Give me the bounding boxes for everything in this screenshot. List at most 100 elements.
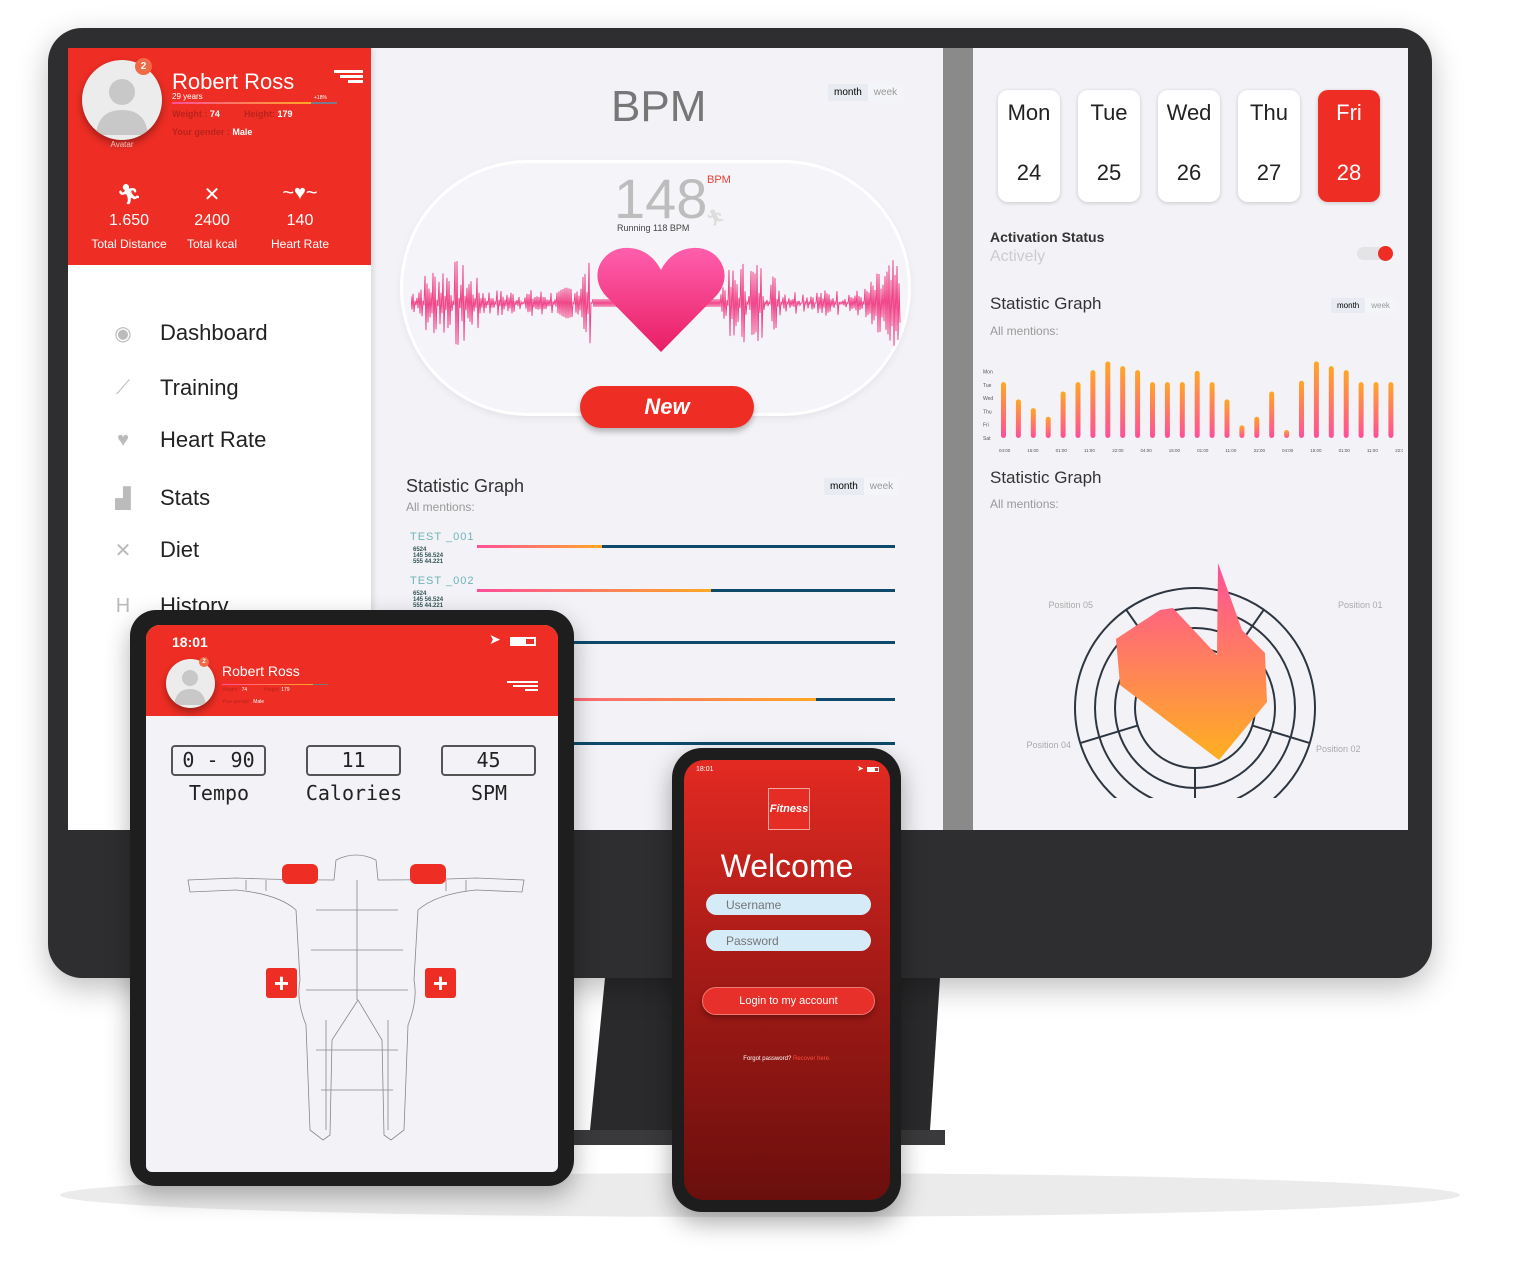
bar bbox=[1313, 361, 1319, 438]
month-tab[interactable]: month bbox=[1331, 298, 1365, 313]
bar bbox=[1388, 382, 1394, 438]
test-value: 555 44.221 bbox=[413, 559, 444, 565]
month-tab[interactable]: month bbox=[824, 478, 864, 495]
sidebar-item-heart-rate[interactable]: ♥ Heart Rate bbox=[108, 425, 266, 455]
y-tick-label: Thu bbox=[983, 409, 992, 415]
day-thu[interactable]: Thu 27 bbox=[1238, 90, 1300, 202]
metric-calories-value[interactable]: 11 bbox=[306, 745, 401, 776]
radar-subtitle: All mentions: bbox=[990, 497, 1059, 511]
week-tab[interactable]: week bbox=[1365, 298, 1396, 313]
running-icon: 🏃︎ bbox=[705, 210, 726, 227]
bar bbox=[1343, 370, 1349, 438]
bpm-title: BPM bbox=[611, 82, 707, 131]
bar bbox=[1373, 382, 1379, 438]
y-tick-label: Sat bbox=[983, 436, 991, 442]
gender: Your gender : Male bbox=[172, 127, 253, 137]
bar bbox=[1164, 382, 1170, 438]
bar bbox=[1299, 380, 1304, 438]
x-tick-label: 01:00 bbox=[1056, 448, 1068, 453]
metric-label: Calories bbox=[305, 781, 403, 805]
bar bbox=[1254, 416, 1260, 438]
username-input[interactable] bbox=[706, 894, 871, 915]
sidebar-item-training[interactable]: ⟋ Training bbox=[108, 373, 239, 403]
sidebar-item-label: Diet bbox=[160, 537, 200, 562]
stat-value: 2400 bbox=[194, 212, 230, 229]
profile-progress bbox=[222, 684, 328, 685]
day-mon[interactable]: Mon 24 bbox=[998, 90, 1060, 202]
sidebar-item-dashboard[interactable]: ◉ Dashboard bbox=[108, 318, 267, 348]
running-bpm: Running 118 BPM bbox=[617, 223, 690, 233]
notification-badge[interactable]: 2 bbox=[135, 58, 152, 75]
metric-spm-value[interactable]: 45 bbox=[441, 745, 536, 776]
bar bbox=[1239, 425, 1245, 438]
location-icon: ➤ bbox=[857, 764, 864, 773]
right-panel: Mon 24 Tue 25 Wed 26 Thu 27 Fri 28 Activation Sta… bbox=[973, 48, 1408, 830]
x-tick-label: 22:00 bbox=[1254, 448, 1266, 453]
recover-link[interactable]: Recover here. bbox=[793, 1056, 831, 1062]
bar bbox=[1045, 416, 1051, 438]
radar-axis-label: Position 04 bbox=[1026, 740, 1071, 750]
day-date: 25 bbox=[1096, 160, 1122, 185]
bpm-unit: BPM bbox=[707, 174, 731, 186]
x-tick-label: 15:00 bbox=[1169, 448, 1181, 453]
new-button[interactable]: New bbox=[580, 386, 754, 428]
bar bbox=[1060, 391, 1066, 438]
add-right-button[interactable]: + bbox=[425, 968, 456, 998]
bar-graph-subtitle: All mentions: bbox=[990, 324, 1059, 338]
body-anatomy-figure bbox=[187, 854, 525, 1141]
dumbbell-icon: ⟋ bbox=[116, 376, 130, 399]
week-tab[interactable]: week bbox=[863, 478, 900, 495]
tablet-avatar[interactable] bbox=[166, 659, 215, 708]
x-tick-label: 11:00 bbox=[1084, 448, 1095, 453]
week-tab[interactable]: week bbox=[867, 84, 904, 101]
bar-chart-icon: ▟ bbox=[115, 487, 131, 510]
y-tick-label: Wed bbox=[983, 396, 993, 402]
radar-axis-label: Position 05 bbox=[1048, 600, 1093, 610]
user-silhouette-icon bbox=[96, 79, 148, 135]
progress-bar bbox=[477, 545, 895, 548]
avatar[interactable] bbox=[82, 60, 162, 140]
day-tue[interactable]: Tue 25 bbox=[1078, 90, 1140, 202]
login-button[interactable]: Login to my account bbox=[702, 987, 875, 1015]
day-wed[interactable]: Wed 26 bbox=[1158, 90, 1220, 202]
stat-graph-toggle: month week bbox=[824, 478, 900, 495]
test-label: TEST _001 bbox=[410, 531, 475, 543]
x-tick-label: 11:00 bbox=[1367, 448, 1378, 453]
activation-toggle[interactable] bbox=[1357, 246, 1393, 261]
stat-graph-title: Statistic Graph bbox=[406, 476, 525, 496]
bar-graph-title: Statistic Graph bbox=[990, 294, 1102, 313]
bar bbox=[1075, 382, 1081, 438]
panel-divider bbox=[943, 48, 973, 830]
x-tick-label: 04:00 bbox=[999, 448, 1011, 453]
add-left-button[interactable]: + bbox=[266, 968, 297, 998]
radar-spoke bbox=[1079, 724, 1138, 745]
battery-icon bbox=[867, 767, 879, 772]
month-tab[interactable]: month bbox=[828, 84, 868, 101]
stat-graph-subtitle: All mentions: bbox=[406, 500, 475, 514]
day-fri[interactable]: Fri 28 bbox=[1318, 90, 1380, 202]
muscle-highlight-right bbox=[410, 864, 446, 884]
menu-icon[interactable] bbox=[507, 681, 538, 691]
password-input[interactable] bbox=[706, 930, 871, 951]
bar bbox=[1194, 370, 1200, 438]
profile-age: 29 years bbox=[172, 92, 203, 101]
weight: Weight : 74 bbox=[222, 687, 248, 693]
bar bbox=[1030, 408, 1036, 438]
sidebar-item-stats[interactable]: ▟ Stats bbox=[108, 483, 210, 513]
stat-label: Total kcal bbox=[186, 237, 238, 251]
sidebar-item-diet[interactable]: ✕ Diet bbox=[108, 535, 200, 565]
weight: Weight : 74 bbox=[172, 109, 220, 119]
progress-bar bbox=[477, 589, 895, 592]
x-tick-label: 22:00 bbox=[1112, 448, 1124, 453]
stat-label: Heart Rate bbox=[270, 237, 330, 251]
radar-spoke bbox=[1252, 724, 1311, 745]
day-date: 27 bbox=[1256, 160, 1282, 185]
menu-icon[interactable] bbox=[334, 70, 363, 83]
metric-tempo-value[interactable]: 0 - 90 bbox=[171, 745, 266, 776]
phone-device: 18:01 ➤ Fitness Welcome Login to my acco… bbox=[672, 748, 901, 1212]
radar-axis-label: Position 02 bbox=[1316, 744, 1361, 754]
sidebar-item-label: Heart Rate bbox=[160, 427, 267, 452]
notification-badge[interactable]: 2 bbox=[199, 657, 209, 667]
history-icon: H bbox=[115, 594, 131, 617]
muscle-highlight-left bbox=[282, 864, 318, 884]
